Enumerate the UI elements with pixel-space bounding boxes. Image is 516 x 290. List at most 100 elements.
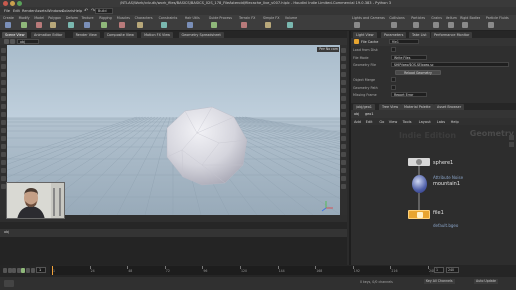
tool-icon[interactable] (341, 88, 346, 93)
viewport-path[interactable]: obj (17, 39, 39, 44)
param-field-file-mode[interactable]: Write Files (391, 54, 427, 60)
shelf-tool-icon[interactable] (136, 22, 143, 28)
shelf-tab-texture[interactable]: Texture (82, 16, 94, 20)
menu-windows[interactable]: Windows (47, 9, 63, 13)
shelf-tool-icon[interactable] (354, 22, 360, 28)
shelf-tool-icon[interactable] (241, 22, 247, 28)
shelf-tab-lights-and-cameras[interactable]: Lights and Cameras (352, 16, 385, 20)
network-menu-layout[interactable]: Layout (419, 120, 431, 124)
shelf-tool-icon[interactable] (286, 22, 293, 28)
auto-update-button[interactable]: Auto Update (474, 279, 498, 284)
network-menu-go[interactable]: Go (379, 120, 384, 124)
menu-render[interactable]: Render (22, 9, 35, 13)
last-frame-icon[interactable] (30, 268, 35, 273)
tool-icon[interactable] (341, 104, 346, 109)
tool-icon[interactable] (341, 184, 346, 189)
tool-icon[interactable] (341, 144, 346, 149)
shelf-tool-icon[interactable] (83, 22, 90, 28)
shelf-tool-icon[interactable] (487, 22, 494, 28)
shelf-tab-constraints[interactable]: Constraints (159, 16, 178, 20)
node-name-field[interactable]: file1 (389, 39, 419, 44)
shelf-tool-icon[interactable] (210, 22, 217, 28)
tool-icon[interactable] (1, 56, 6, 61)
menu-edit[interactable]: Edit (13, 9, 20, 13)
shelf-tool-icon[interactable] (20, 22, 27, 28)
param-field-geometry-file[interactable]: $HIP/geo/$OS.$F.bgeo.sc (391, 62, 509, 67)
tool-icon[interactable] (1, 104, 6, 109)
shelf-tab-model[interactable]: Model (34, 16, 44, 20)
desktop-selector[interactable]: Build (95, 8, 113, 14)
network-menu-edit[interactable]: Edit (366, 120, 373, 124)
tool-icon[interactable] (1, 120, 6, 125)
prev-key-icon[interactable] (7, 268, 12, 273)
reload-geometry-button[interactable]: Reload Geometry (395, 69, 441, 75)
zoom-in-icon[interactable] (509, 135, 514, 140)
shelf-tool-icon[interactable] (5, 22, 11, 28)
tool-icon[interactable] (341, 120, 346, 125)
shelf-tab-terrain-fx[interactable]: Terrain FX (239, 16, 255, 20)
network-menu-labs[interactable]: Labs (437, 120, 445, 124)
menu-help[interactable]: Help (74, 9, 82, 13)
tool-icon[interactable] (341, 112, 346, 117)
minimize-window-icon[interactable] (10, 1, 15, 6)
first-frame-icon[interactable] (3, 268, 7, 273)
network-menu-add[interactable]: Add (354, 120, 361, 124)
shelf-tab-guide-process[interactable]: Guide Process (209, 16, 232, 20)
cam-menu[interactable]: No cam (324, 47, 339, 52)
tool-icon[interactable] (1, 80, 6, 85)
path-geo1[interactable]: geo1 (365, 112, 373, 116)
key-all-button[interactable]: Key All Channels (424, 279, 455, 284)
tool-icon[interactable] (1, 112, 6, 117)
network-menu-tools[interactable]: Tools (403, 120, 412, 124)
shelf-tool-icon[interactable] (447, 22, 454, 28)
back-icon[interactable] (4, 39, 9, 44)
tool-icon[interactable] (1, 152, 6, 157)
tool-icon[interactable] (341, 64, 346, 69)
next-key-icon[interactable] (26, 268, 30, 273)
undo-icon[interactable]: ↶ (84, 8, 90, 14)
shelf-tab-muscles[interactable]: Muscles (117, 16, 130, 20)
shelf-tool-icon[interactable] (462, 22, 469, 28)
tool-icon[interactable] (341, 56, 346, 61)
shelf-tab-deform[interactable]: Deform (66, 16, 78, 20)
shelf-tool-icon[interactable] (36, 22, 43, 28)
shelf-tool-icon[interactable] (186, 22, 193, 28)
tool-icon[interactable] (341, 176, 346, 181)
shelf-tab-particles[interactable]: Particles (411, 16, 425, 20)
shelf-tool-icon[interactable] (118, 22, 125, 28)
shelf-tool-icon[interactable] (433, 22, 440, 28)
param-checkbox-geometry-path[interactable] (391, 84, 396, 90)
shelf-tab-grains[interactable]: Grains (431, 16, 442, 20)
param-checkbox-object-merge[interactable] (391, 77, 396, 82)
shelf-tool-icon[interactable] (413, 22, 420, 28)
forward-icon[interactable] (10, 39, 15, 44)
shelf-tool-icon[interactable] (50, 22, 57, 28)
range-start-field[interactable]: 1 (434, 267, 444, 273)
tool-icon[interactable] (1, 176, 6, 181)
keys-icon[interactable] (4, 280, 14, 287)
network-menu-help[interactable]: Help (451, 120, 459, 124)
shelf-tab-collisions[interactable]: Collisions (389, 16, 405, 20)
play-icon[interactable] (21, 268, 26, 273)
shelf-tab-polygon[interactable]: Polygon (48, 16, 61, 20)
shelf-tool-icon[interactable] (67, 22, 74, 28)
tool-icon[interactable] (341, 168, 346, 173)
param-checkbox-load-from-disk[interactable] (391, 47, 396, 52)
shelf-tab-rigging[interactable]: Rigging (99, 16, 112, 20)
maximize-window-icon[interactable] (17, 1, 22, 6)
range-end-field[interactable]: 240 (446, 267, 459, 273)
menu-file[interactable]: File (4, 9, 10, 13)
menu-assets[interactable]: Assets (35, 9, 47, 13)
node-file1[interactable] (408, 210, 430, 219)
tool-icon[interactable] (341, 136, 346, 141)
timeline-bar[interactable]: 1 24 48 72 96 120 144 168 192 216 240 (50, 266, 435, 275)
shelf-tool-icon[interactable] (160, 22, 167, 28)
stop-icon[interactable] (16, 268, 21, 273)
play-reverse-icon[interactable] (12, 268, 17, 273)
tool-icon[interactable] (1, 128, 6, 133)
tool-icon[interactable] (341, 152, 346, 157)
shelf-tool-icon[interactable] (101, 22, 108, 28)
tool-icon[interactable] (1, 72, 6, 77)
lower-path[interactable]: obj (4, 230, 9, 234)
tool-icon[interactable] (1, 144, 6, 149)
